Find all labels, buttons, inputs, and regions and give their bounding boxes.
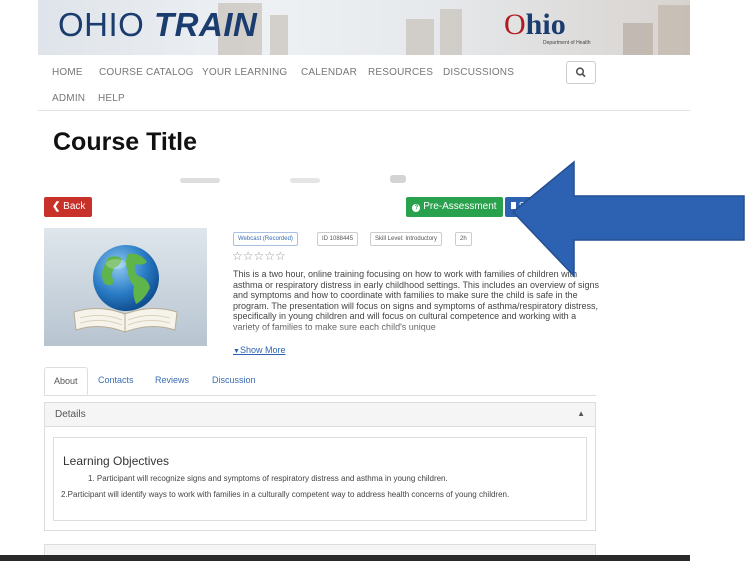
globe-book-icon <box>44 228 207 346</box>
question-circle-icon: ? <box>412 204 421 212</box>
course-thumbnail <box>44 228 207 346</box>
details-panel-header[interactable]: Details ▲ <box>44 402 596 427</box>
ohio-train-logo[interactable]: OHIO TRAIN <box>58 6 257 44</box>
annotation-arrow-icon <box>511 160 745 278</box>
nav-home[interactable]: HOME <box>52 67 83 78</box>
banner-building <box>406 19 434 55</box>
nav-help[interactable]: HELP <box>98 93 125 104</box>
back-button[interactable]: ❮ Back <box>44 197 92 217</box>
pre-assessment-button[interactable]: ? Pre-Assessment <box>406 197 503 217</box>
brand-ohio-text: OHIO <box>58 6 155 43</box>
back-button-label: Back <box>63 201 86 212</box>
description-fade <box>233 323 601 345</box>
nav-calendar[interactable]: CALENDAR <box>301 67 357 78</box>
pre-assessment-label: Pre-Assessment <box>423 201 497 212</box>
banner-building <box>270 15 288 55</box>
nav-resources[interactable]: RESOURCES <box>368 67 433 78</box>
learning-objective-1: 1. Participant will recognize signs and … <box>88 474 448 483</box>
ohio-logo-hio: hio <box>525 8 566 41</box>
nav-course-catalog[interactable]: COURSE CATALOG <box>99 67 194 78</box>
caret-down-icon: ▼ <box>233 348 240 355</box>
chevron-left-icon: ❮ <box>52 201 61 212</box>
brand-train-text: TRAIN <box>154 6 258 43</box>
nav-discussions[interactable]: DISCUSSIONS <box>443 67 514 78</box>
tab-reviews[interactable]: Reviews <box>155 367 189 395</box>
main-navigation: HOME COURSE CATALOG YOUR LEARNING CALEND… <box>38 55 690 111</box>
learning-objectives-title: Learning Objectives <box>63 454 170 468</box>
banner-building <box>658 5 690 55</box>
nav-your-learning[interactable]: YOUR LEARNING <box>202 67 287 78</box>
ohio-department-logo: Ohio <box>504 8 566 42</box>
banner-building <box>623 23 653 55</box>
ohio-logo-subtitle: Department of Health <box>543 40 591 46</box>
learning-objectives-box: Learning Objectives 1. Participant will … <box>53 437 587 521</box>
ohio-logo-o: O <box>504 8 526 41</box>
star-rating: ☆☆☆☆☆ <box>232 249 286 263</box>
page-title: Course Title <box>53 128 198 156</box>
duration-badge: 2h <box>455 232 472 246</box>
video-overlay-bar <box>0 555 690 561</box>
obscured-title-text <box>180 172 420 184</box>
search-button[interactable] <box>566 61 596 84</box>
banner-building <box>440 9 462 55</box>
show-more-link[interactable]: ▼Show More <box>233 345 285 355</box>
site-banner: OHIO TRAIN Ohio Department of Health <box>38 0 690 55</box>
search-icon <box>575 67 586 78</box>
tab-discussion[interactable]: Discussion <box>212 367 256 395</box>
delivery-type-badge: Webcast (Recorded) <box>233 232 298 246</box>
learning-objective-2: 2.Participant will identify ways to work… <box>61 490 510 499</box>
show-more-label: Show More <box>239 345 286 355</box>
collapse-caret-icon: ▲ <box>577 409 585 418</box>
skill-level-badge: Skill Level: Introductory <box>370 232 443 246</box>
course-tabs: About Contacts Reviews Discussion <box>44 367 596 396</box>
details-title: Details <box>55 409 86 420</box>
tab-about[interactable]: About <box>44 367 88 395</box>
nav-admin[interactable]: ADMIN <box>52 93 85 104</box>
course-id-badge: ID 1088445 <box>317 232 359 246</box>
tab-contacts[interactable]: Contacts <box>98 367 134 395</box>
